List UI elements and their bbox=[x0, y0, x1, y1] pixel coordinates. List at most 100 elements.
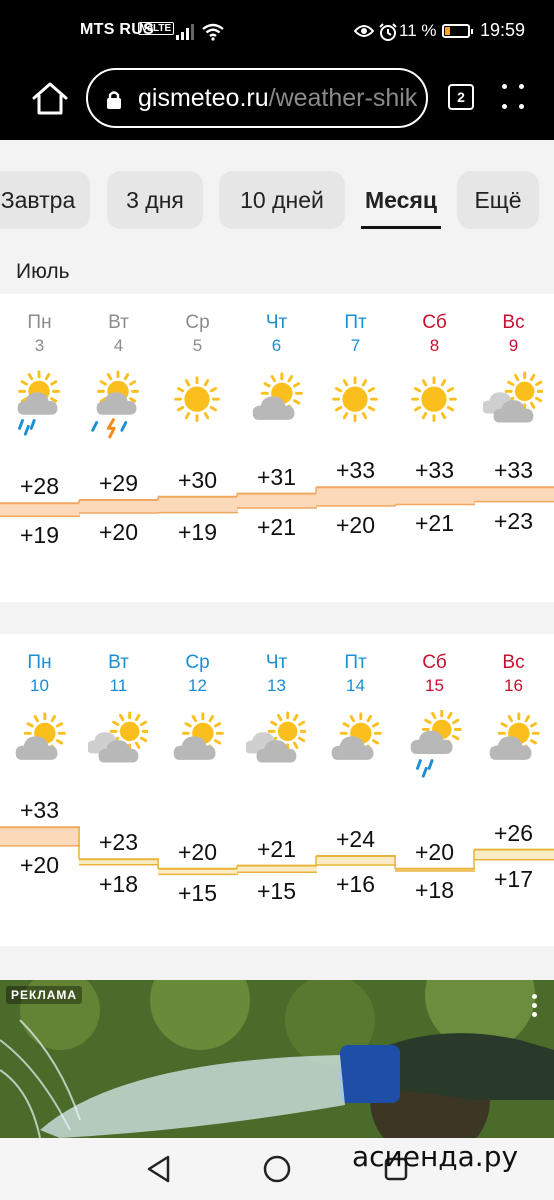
ad-label: РЕКЛАМА bbox=[6, 986, 83, 1004]
day-header[interactable]: Чт 6 bbox=[237, 312, 316, 356]
home-icon[interactable] bbox=[30, 80, 70, 116]
sun-behind-cloud-icon bbox=[331, 712, 382, 760]
week-card: Пн 10 Вт 11 Ср 12 Чт 13 Пт 14 Сб 15 Вс 16 +33 +20 +23 +18… bbox=[0, 634, 554, 946]
day-header[interactable]: Пт 14 bbox=[316, 652, 395, 696]
day-date: 4 bbox=[113, 336, 124, 355]
cloudy-sun-icon bbox=[483, 371, 543, 423]
weekday-name: Вт bbox=[108, 652, 129, 673]
day-date: 14 bbox=[346, 676, 365, 695]
address-bar[interactable]: gismeteo.ru/weather-shik bbox=[86, 68, 428, 128]
wifi-icon bbox=[202, 23, 224, 41]
sun-behind-cloud-icon bbox=[489, 712, 540, 760]
day-header[interactable]: Пт 7 bbox=[316, 312, 395, 356]
day-date: 3 bbox=[34, 336, 45, 355]
sun-icon bbox=[332, 376, 378, 423]
clock: 19:59 bbox=[480, 20, 526, 40]
url-text: gismeteo.ru/weather-shik bbox=[138, 84, 417, 113]
partly-cloudy-rain-icon bbox=[17, 370, 60, 436]
lock-icon bbox=[107, 91, 121, 109]
back-icon[interactable] bbox=[146, 1155, 172, 1183]
day-header[interactable]: Пн 3 bbox=[0, 312, 79, 356]
day-header[interactable]: Ср 5 bbox=[158, 312, 237, 356]
volte-badge: VoLTE bbox=[138, 22, 175, 35]
day-header[interactable]: Вт 4 bbox=[79, 312, 158, 356]
day-date: 12 bbox=[188, 676, 207, 695]
sun-icon bbox=[174, 376, 220, 423]
tab-tomorrow[interactable]: Завтра bbox=[0, 171, 90, 229]
advertisement[interactable]: РЕКЛАМА bbox=[0, 980, 554, 1138]
day-date: 13 bbox=[267, 676, 286, 695]
day-date: 8 bbox=[429, 336, 440, 355]
sun-behind-cloud-icon bbox=[15, 712, 66, 760]
home-nav-icon[interactable] bbox=[263, 1155, 291, 1183]
day-date: 11 bbox=[109, 676, 128, 695]
battery-icon bbox=[442, 24, 473, 38]
weekday-name: Пт bbox=[344, 652, 367, 673]
day-date: 9 bbox=[508, 336, 519, 355]
cloud-rain-icon bbox=[410, 710, 462, 778]
day-header[interactable]: Ср 12 bbox=[158, 652, 237, 696]
temperature-bar bbox=[316, 856, 396, 865]
temperature-bar bbox=[474, 487, 554, 502]
day-date: 7 bbox=[350, 336, 361, 355]
weekday-name: Ср bbox=[185, 312, 210, 333]
ad-options-icon[interactable] bbox=[532, 994, 538, 1018]
battery-percent: 11 % bbox=[399, 21, 437, 40]
url-path: /weather-shik bbox=[268, 84, 418, 112]
day-header[interactable]: Сб 8 bbox=[395, 312, 474, 356]
browser-toolbar: gismeteo.ru/weather-shik 2 bbox=[0, 62, 554, 140]
day-date: 15 bbox=[425, 676, 444, 695]
temperature-bar bbox=[316, 487, 396, 506]
day-header[interactable]: Пн 10 bbox=[0, 652, 79, 696]
temperature-band bbox=[0, 486, 554, 517]
sun-icon bbox=[411, 376, 457, 423]
watermark: асиенда.ру bbox=[352, 1140, 519, 1173]
day-header[interactable]: Вс 16 bbox=[474, 652, 553, 696]
more-menu-icon[interactable] bbox=[502, 84, 526, 110]
temperature-bar bbox=[237, 865, 317, 873]
weekday-name: Сб bbox=[422, 652, 447, 673]
day-header[interactable]: Сб 15 bbox=[395, 652, 474, 696]
tab-more[interactable]: Ещё bbox=[457, 171, 539, 229]
alarm-icon bbox=[379, 23, 397, 41]
weekday-name: Ср bbox=[185, 652, 210, 673]
cloudy-sun-icon bbox=[246, 711, 306, 763]
url-domain: gismeteo.ru bbox=[138, 84, 269, 112]
month-title: Июль bbox=[16, 260, 70, 283]
tab-10-days[interactable]: 10 дней bbox=[219, 171, 345, 229]
day-header[interactable]: Вт 11 bbox=[79, 652, 158, 696]
signal-icon bbox=[176, 24, 194, 40]
weekday-name: Чт bbox=[265, 312, 288, 333]
temperature-bar bbox=[237, 493, 317, 508]
weekday-name: Пн bbox=[27, 652, 52, 673]
temperature-bar bbox=[474, 849, 554, 860]
period-tabs: Завтра 3 дня 10 дней Месяц Ещё bbox=[0, 140, 554, 240]
cloudy-sun-icon bbox=[88, 711, 148, 763]
weekday-name: Пт bbox=[344, 312, 367, 333]
day-header[interactable]: Вс 9 bbox=[474, 312, 553, 356]
status-bar: MTS RUS VoLTE 11 % 19:59 bbox=[0, 0, 554, 62]
weekday-name: Вт bbox=[108, 312, 129, 333]
day-date: 10 bbox=[30, 676, 49, 695]
day-date: 6 bbox=[271, 336, 282, 355]
temperature-bar bbox=[0, 503, 80, 517]
temperature-band bbox=[0, 826, 554, 876]
day-date: 16 bbox=[504, 676, 523, 695]
tab-3-days[interactable]: 3 дня bbox=[107, 171, 203, 229]
temperature-bar bbox=[158, 496, 238, 513]
day-header[interactable]: Чт 13 bbox=[237, 652, 316, 696]
temperature-bar bbox=[395, 487, 475, 505]
weekday-name: Вс bbox=[502, 312, 525, 333]
weekday-name: Пн bbox=[27, 312, 52, 333]
tab-switcher-button[interactable]: 2 bbox=[448, 84, 474, 110]
week-card: Пн 3 Вт 4 Ср 5 Чт 6 Пт 7 Сб 8 Вс 9 +28 +19 +29 +20 +30 +19 +… bbox=[0, 294, 554, 602]
day-date: 5 bbox=[192, 336, 203, 355]
temperature-bar bbox=[79, 500, 159, 513]
weekday-name: Чт bbox=[265, 652, 288, 673]
ad-image bbox=[0, 980, 554, 1138]
tab-month[interactable]: Месяц bbox=[361, 171, 441, 229]
weekday-name: Вс bbox=[502, 652, 525, 673]
temperature-bar bbox=[0, 827, 80, 846]
sun-behind-cloud-icon bbox=[252, 372, 303, 420]
sun-behind-cloud-icon bbox=[173, 712, 224, 760]
